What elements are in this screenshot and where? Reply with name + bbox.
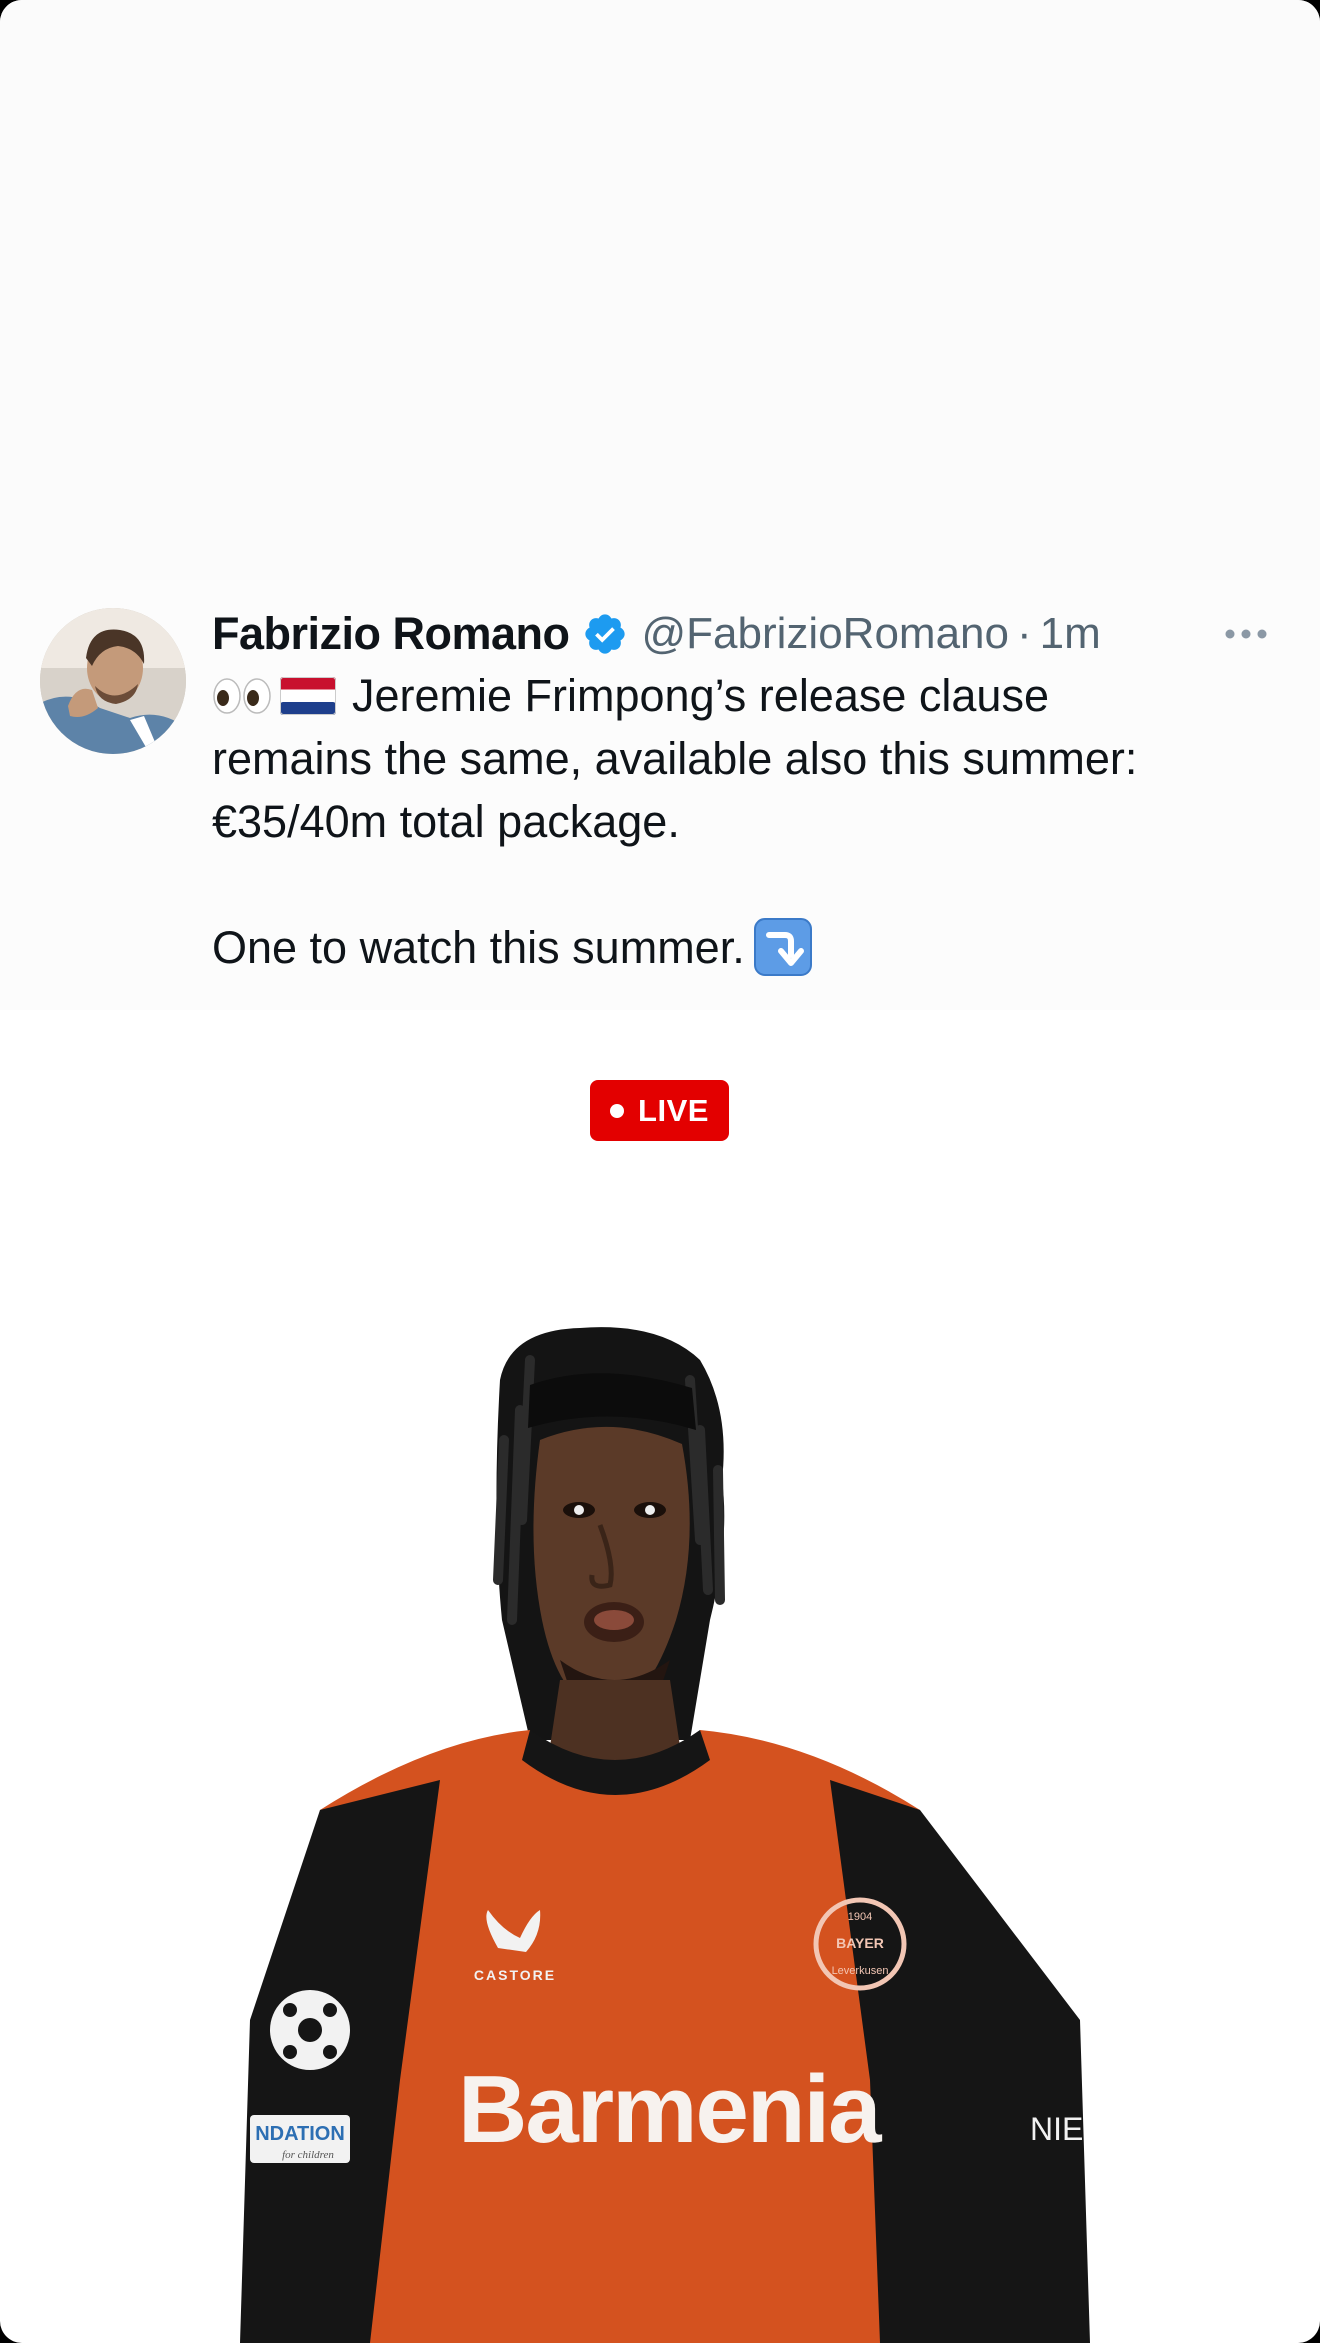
author-handle[interactable]: @FabrizioRomano [642,609,1009,659]
netherlands-flag-icon [280,668,336,715]
meta-separator: · [1016,609,1032,658]
tweet-card[interactable]: Fabrizio Romano @FabrizioRomano · 1m Jer… [0,580,1320,1010]
phone-screen: Fabrizio Romano @FabrizioRomano · 1m Jer… [0,0,1320,2343]
kit-brand-text: CASTORE [474,1967,556,1983]
player-photo: NDATION for children CASTORE 1904 BAYER … [230,1320,1110,2343]
more-options-icon[interactable] [1220,616,1272,652]
live-label: LIVE [638,1092,709,1128]
eyes-emoji-icon [212,668,272,714]
tweet-text: Jeremie Frimpong’s release clause remain… [212,664,1292,979]
sleeve-patch-text: NDATION [255,2123,345,2145]
empty-top-area [0,0,1320,580]
arrow-down-emoji-icon [753,917,813,977]
right-sleeve-text: NIE [1030,2111,1083,2147]
verified-badge-icon [582,611,628,657]
tweet-timestamp[interactable]: 1m [1040,609,1101,659]
sponsor-text: Barmenia [458,2056,882,2163]
tweet-header: Fabrizio Romano @FabrizioRomano · 1m [212,602,1272,666]
tweet-line-1-text: Jeremie Frimpong’s release clause [352,670,1049,721]
author-name[interactable]: Fabrizio Romano [212,608,570,660]
tweet-line-4-text: One to watch this summer. [212,922,745,973]
tweet-line-4: One to watch this summer. [212,916,1292,979]
tweet-line-2: remains the same, available also this su… [212,733,1138,784]
author-avatar[interactable] [40,608,186,754]
tweet-line-3: €35/40m total package. [212,796,680,847]
crest-subtext: Leverkusen [832,1965,889,1977]
tweet-line-1: Jeremie Frimpong’s release clause [212,664,1292,727]
sleeve-patch-subtext: for children [282,2149,334,2161]
live-badge[interactable]: LIVE [590,1080,729,1141]
crest-year: 1904 [848,1911,872,1923]
crest-text: BAYER [836,1935,884,1951]
live-dot-icon [610,1103,625,1118]
